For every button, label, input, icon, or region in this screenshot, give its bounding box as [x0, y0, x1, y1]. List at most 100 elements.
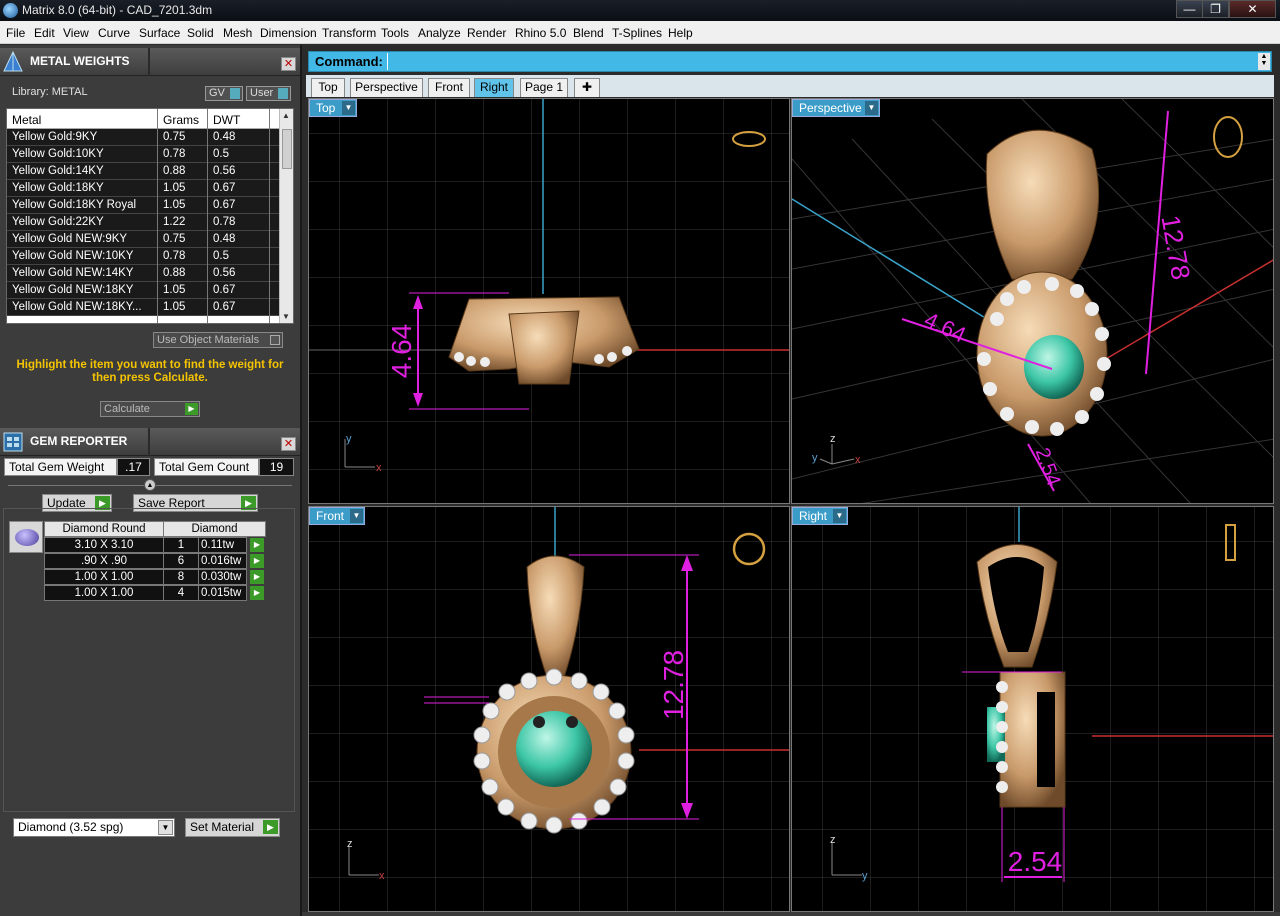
add-tab-icon[interactable]: ✚ — [574, 78, 600, 97]
user-toggle[interactable]: User — [246, 86, 291, 101]
scroll-thumb[interactable] — [282, 129, 292, 169]
viewport-perspective[interactable]: 12.78 4.64 2.54 z x y Perspective ▼ — [791, 98, 1274, 504]
minimize-button[interactable]: — — [1176, 0, 1203, 18]
scroll-up-icon[interactable]: ▲ — [282, 111, 290, 120]
menu-file[interactable]: File — [6, 26, 25, 40]
menu-view[interactable]: View — [63, 26, 89, 40]
menu-analyze[interactable]: Analyze — [418, 26, 461, 40]
menu-edit[interactable]: Edit — [34, 26, 55, 40]
gem-count: 6 — [163, 553, 199, 569]
menu-mesh[interactable]: Mesh — [223, 26, 252, 40]
table-row[interactable]: Yellow Gold NEW:18KY 1.05 0.67 — [7, 282, 279, 299]
tab-page-1[interactable]: Page 1 — [520, 78, 568, 97]
gem-count: 4 — [163, 585, 199, 601]
collapse-icon[interactable]: ▲ — [144, 479, 156, 491]
table-row[interactable]: Yellow Gold NEW:18KY... 1.05 0.67 — [7, 299, 279, 316]
viewport-top-name: Top — [316, 101, 336, 115]
metal-weights-close-button[interactable]: ✕ — [281, 57, 296, 71]
tab-perspective[interactable]: Perspective — [350, 78, 423, 97]
gem-reporter-title: GEM REPORTER — [30, 434, 128, 448]
gem-size: 3.10 X 3.10 — [44, 537, 164, 553]
chevron-down-icon[interactable]: ▼ — [865, 101, 878, 115]
calculate-button[interactable]: Calculate ▶ — [100, 401, 200, 417]
menu-curve[interactable]: Curve — [98, 26, 130, 40]
right-dimension-label: 2.54 — [1008, 846, 1063, 877]
menu-transform[interactable]: Transform — [322, 26, 376, 40]
table-row[interactable]: Yellow Gold:22KY 1.22 0.78 — [7, 214, 279, 231]
table-row[interactable]: Yellow Gold:18KY 1.05 0.67 — [7, 180, 279, 197]
right-view-canvas: 2.54 z y — [792, 507, 1273, 911]
metal-dwt: 0.67 — [213, 284, 236, 296]
maximize-button[interactable]: ❐ — [1202, 0, 1229, 18]
scroll-down-icon[interactable]: ▼ — [282, 312, 290, 321]
gem-select-arrow-icon[interactable]: ▶ — [250, 554, 264, 568]
viewport-right-label[interactable]: Right ▼ — [792, 507, 848, 525]
metal-dwt: 0.67 — [213, 301, 236, 313]
gem-reporter-close-button[interactable]: ✕ — [281, 437, 296, 451]
tab-right[interactable]: Right — [474, 78, 514, 97]
gem-weight: 0.015tw — [198, 585, 247, 601]
viewport-top-label[interactable]: Top ▼ — [309, 99, 357, 117]
chevron-down-icon[interactable]: ▼ — [158, 820, 173, 835]
col-metal[interactable]: Metal — [12, 113, 41, 127]
table-row[interactable]: Yellow Gold:10KY 0.78 0.5 — [7, 146, 279, 163]
gv-indicator — [230, 88, 240, 99]
gem-select-arrow-icon[interactable]: ▶ — [250, 586, 264, 600]
set-material-button[interactable]: Set Material ▶ — [185, 818, 280, 837]
tab-top[interactable]: Top — [311, 78, 345, 97]
chevron-down-icon[interactable]: ▼ — [350, 509, 363, 523]
metal-name: Yellow Gold NEW:14KY — [12, 267, 134, 279]
menu-rhino[interactable]: Rhino 5.0 — [515, 26, 566, 40]
diamond-thumbnail[interactable] — [9, 521, 43, 553]
tab-front[interactable]: Front — [428, 78, 470, 97]
menu-tsplines[interactable]: T-Splines — [612, 26, 662, 40]
table-row[interactable]: Yellow Gold NEW:10KY 0.78 0.5 — [7, 248, 279, 265]
chevron-down-icon[interactable]: ▼ — [342, 101, 355, 115]
metal-table-header: Metal Grams DWT — [7, 109, 279, 129]
menu-solid[interactable]: Solid — [187, 26, 214, 40]
chevron-down-icon[interactable]: ▼ — [833, 509, 846, 523]
viewport-front-label[interactable]: Front ▼ — [309, 507, 365, 525]
menu-bar: File Edit View Curve Surface Solid Mesh … — [0, 21, 1280, 44]
col-dwt[interactable]: DWT — [213, 113, 240, 127]
title-bar: Matrix 8.0 (64-bit) - CAD_7201.3dm — ❐ ✕ — [0, 0, 1280, 21]
top-dimension-label: 4.64 — [386, 324, 417, 379]
gem-weight: 0.016tw — [198, 553, 247, 569]
gem-select-arrow-icon[interactable]: ▶ — [250, 538, 264, 552]
gem-weight: 0.11tw — [198, 537, 247, 553]
table-row[interactable]: Yellow Gold NEW:14KY 0.88 0.56 — [7, 265, 279, 282]
viewport-perspective-label[interactable]: Perspective ▼ — [792, 99, 880, 117]
menu-blend[interactable]: Blend — [573, 26, 604, 40]
table-row[interactable]: Yellow Gold:18KY Royal 1.05 0.67 — [7, 197, 279, 214]
menu-help[interactable]: Help — [668, 26, 693, 40]
menu-tools[interactable]: Tools — [381, 26, 409, 40]
axis-y-label: y — [346, 433, 352, 445]
command-input[interactable] — [387, 53, 1257, 70]
close-window-button[interactable]: ✕ — [1229, 0, 1276, 18]
table-row[interactable]: Yellow Gold:14KY 0.88 0.56 — [7, 163, 279, 180]
metal-table-scrollbar[interactable]: ▲ ▼ — [279, 109, 293, 323]
metal-dwt: 0.67 — [213, 199, 236, 211]
gv-toggle[interactable]: GV — [205, 86, 243, 101]
material-select[interactable]: Diamond (3.52 spg) ▼ — [13, 818, 175, 837]
viewport-right[interactable]: 2.54 z y Right ▼ — [791, 506, 1274, 912]
menu-surface[interactable]: Surface — [139, 26, 180, 40]
command-bar: Command: ▲ ▼ — [308, 51, 1272, 72]
col-grams[interactable]: Grams — [163, 113, 199, 127]
gem-select-arrow-icon[interactable]: ▶ — [250, 570, 264, 584]
table-row[interactable]: Yellow Gold:9KY 0.75 0.48 — [7, 129, 279, 146]
menu-render[interactable]: Render — [467, 26, 506, 40]
table-row[interactable]: Yellow Gold NEW:9KY 0.75 0.48 — [7, 231, 279, 248]
axis-z-label: z — [347, 838, 353, 850]
menu-dimension[interactable]: Dimension — [260, 26, 317, 40]
metal-weights-title: METAL WEIGHTS — [30, 54, 130, 68]
command-scroll[interactable]: ▲ ▼ — [1258, 53, 1270, 70]
metal-grams: 0.88 — [163, 267, 186, 279]
metal-name: Yellow Gold:9KY — [12, 131, 98, 143]
metal-dwt: 0.48 — [213, 131, 236, 143]
use-object-materials-checkbox[interactable]: Use Object Materials — [153, 332, 283, 348]
pendant-perspective-view — [976, 129, 1111, 437]
top-view-canvas: 4.64 y x — [309, 99, 789, 503]
viewport-front[interactable]: 12.78 z x Front ▼ — [308, 506, 790, 912]
viewport-top[interactable]: 4.64 y x Top ▼ — [308, 98, 790, 504]
